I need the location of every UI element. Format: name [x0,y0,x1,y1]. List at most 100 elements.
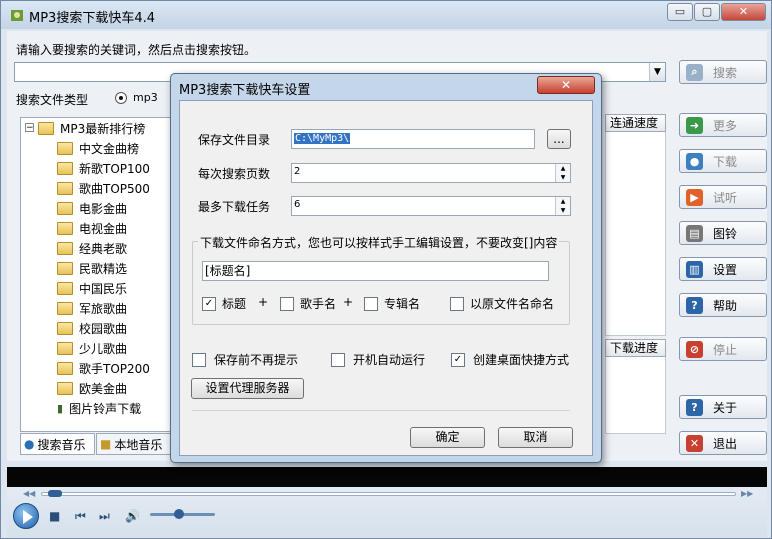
side-button-label: 退出 [713,436,738,451]
seek-slider[interactable] [41,492,736,496]
category-tree[interactable]: − MP3最新排行榜 中文金曲榜新歌TOP100 歌曲TOP500 电影金曲电视金曲… [20,117,171,432]
side-button[interactable]: ⌕ 搜索 [679,60,767,84]
seek-back-icon[interactable]: ◀◀ [23,489,35,498]
side-button[interactable]: ➜ 更多 [679,113,767,137]
tree-item[interactable]: 中文金曲榜 [57,139,139,157]
opt-album-label: 专辑名 [384,297,421,311]
opt-autorun[interactable]: 开机自动运行 [331,351,425,368]
results-list[interactable] [605,114,666,336]
phone-icon: ▤ [686,224,703,242]
folder-icon [57,341,73,355]
opt-shortcut[interactable]: ✓ 创建桌面快捷方式 [451,351,569,368]
seek-forward-icon[interactable]: ▶▶ [741,489,753,498]
collapse-icon[interactable]: − [25,123,34,133]
browse-button[interactable]: ... [547,129,571,149]
tree-item[interactable]: 电影金曲 [57,199,127,217]
title-bar: MP3搜索下载快车4.4 ▭ ▢ ✕ [1,1,771,29]
tasks-value: 6 [294,199,301,210]
progress-column-header[interactable]: 下载进度 [605,339,666,357]
spin-up-icon[interactable]: ▲ [555,197,570,206]
opt-autorun-label: 开机自动运行 [353,353,426,367]
proxy-button[interactable]: 设置代理服务器 [191,378,304,399]
opt-shortcut-label: 创建桌面快捷方式 [473,353,570,367]
file-type-value: mp3 [133,91,158,104]
volume-icon[interactable]: 🔊 [125,509,140,523]
side-button-label: 图铃 [713,226,738,241]
app-icon [9,7,25,23]
save-dir-field[interactable]: C:\MyMp3\ [291,129,535,149]
tasks-stepper[interactable]: 6 ▲ ▼ [291,196,571,216]
tab-label: 搜索音乐 [37,437,86,452]
cancel-button[interactable]: 取消 [498,427,573,448]
chevron-down-icon[interactable]: ▼ [649,63,665,81]
seek-thumb[interactable] [47,490,62,497]
tree-item[interactable]: ▮ 图片铃声下载 [57,399,141,417]
previous-icon[interactable]: ⏮ [75,509,86,524]
side-button[interactable]: ▥ 设置 [679,257,767,281]
info-icon: ? [686,398,703,416]
side-button[interactable]: ▶ 试听 [679,185,767,209]
tree-item[interactable]: 民歌精选 [57,259,127,277]
tree-item-label: 军旅歌曲 [79,301,128,316]
tree-item[interactable]: 歌手TOP200 [57,359,150,377]
side-button[interactable]: ? 关于 [679,395,767,419]
tree-item[interactable]: 电视金曲 [57,219,127,237]
side-button[interactable]: ● 下载 [679,149,767,173]
tree-item-label: 中国民乐 [79,281,128,296]
tasks-label: 最多下载任务 [198,200,271,214]
no-prompt-checkbox[interactable] [192,352,206,367]
close-button[interactable]: ✕ [721,3,766,21]
tree-root-label: MP3最新排行榜 [60,121,146,136]
tree-item-label: 歌曲TOP500 [79,181,150,196]
tree-item[interactable]: 新歌TOP100 [57,159,150,177]
dialog-close-button[interactable]: ✕ [537,76,595,94]
divider [192,410,570,411]
file-type-radio[interactable]: mp3 [115,91,158,104]
spin-down-icon[interactable]: ▼ [555,206,570,215]
maximize-button[interactable]: ▢ [694,3,720,21]
ok-button[interactable]: 确定 [410,427,485,448]
tree-item[interactable]: 欧美金曲 [57,379,127,397]
tree-item[interactable]: 歌曲TOP500 [57,179,150,197]
autorun-checkbox[interactable] [331,352,345,367]
tree-item[interactable]: 中国民乐 [57,279,127,297]
folder-icon: ■ [100,437,112,451]
tree-item[interactable]: 少儿歌曲 [57,339,127,357]
rename-pattern-field[interactable]: [标题名] [202,261,549,281]
opt-title[interactable]: ✓ 标题 [202,295,246,312]
side-button[interactable]: ✕ 退出 [679,431,767,455]
speed-column-header[interactable]: 连通速度 [605,114,666,132]
original-checkbox[interactable] [450,296,464,311]
help-icon: ? [686,296,703,314]
tree-root[interactable]: MP3最新排行榜 [38,119,145,137]
shortcut-checkbox[interactable]: ✓ [451,352,465,367]
tree-item[interactable]: 军旅歌曲 [57,299,127,317]
next-icon[interactable]: ⏭ [99,509,110,524]
opt-no-prompt[interactable]: 保存前不再提示 [192,351,298,368]
window-title: MP3搜索下载快车4.4 [29,11,156,26]
side-button-label: 试听 [713,190,738,205]
title-checkbox[interactable]: ✓ [202,296,216,311]
folder-icon [57,321,73,335]
spin-up-icon[interactable]: ▲ [555,164,570,173]
side-button[interactable]: ▤ 图铃 [679,221,767,245]
tab-local-music[interactable]: ■ 本地音乐 [96,433,172,455]
tab-search-music[interactable]: ● 搜索音乐 [20,433,95,455]
stop-icon[interactable]: ■ [49,509,60,523]
opt-original[interactable]: 以原文件名命名 [450,295,554,312]
opt-album[interactable]: 专辑名 [364,295,420,312]
singer-checkbox[interactable] [280,296,294,311]
settings-dialog: MP3搜索下载快车设置 ✕ 保存文件目录 C:\MyMp3\ ... 每次搜索页… [170,73,602,463]
side-button[interactable]: ⊘ 停止 [679,337,767,361]
opt-singer[interactable]: 歌手名 [280,295,336,312]
side-button[interactable]: ? 帮助 [679,293,767,317]
play-button[interactable] [13,503,39,529]
opt-no-prompt-label: 保存前不再提示 [214,353,299,367]
spin-down-icon[interactable]: ▼ [555,173,570,182]
minimize-button[interactable]: ▭ [667,3,693,21]
album-checkbox[interactable] [364,296,378,311]
tree-item[interactable]: 校园歌曲 [57,319,127,337]
tree-item-label: 图片铃声下载 [69,401,142,416]
tree-item[interactable]: 经典老歌 [57,239,127,257]
pages-stepper[interactable]: 2 ▲ ▼ [291,163,571,183]
